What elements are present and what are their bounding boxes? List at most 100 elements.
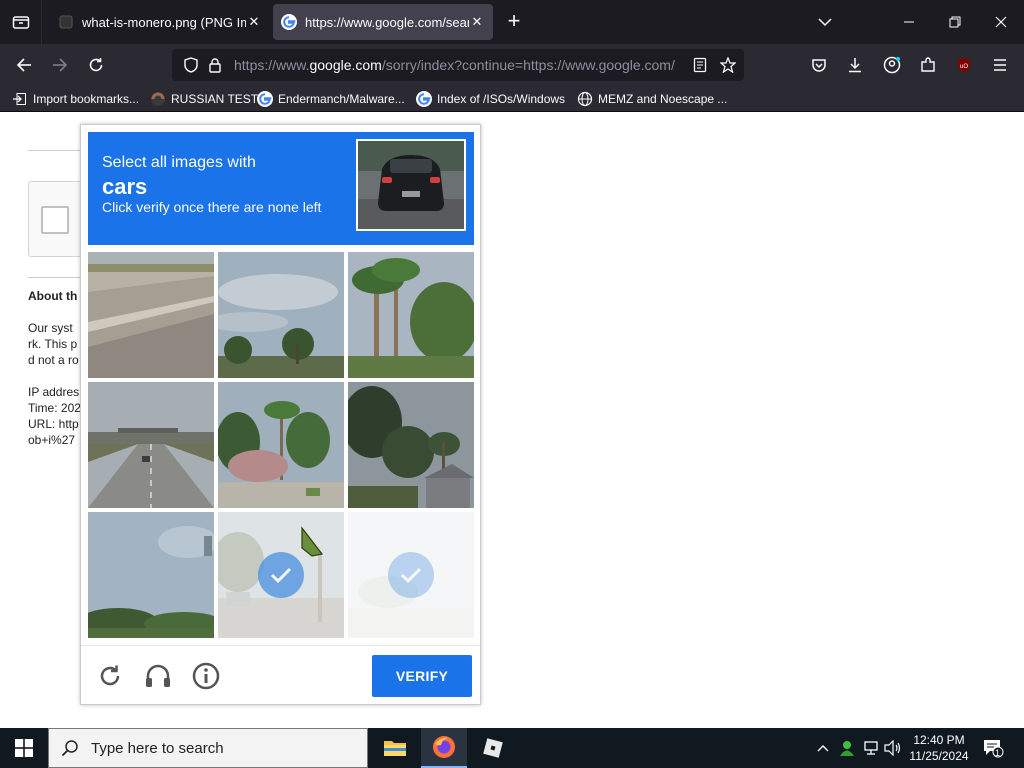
image-tile[interactable]: [348, 382, 474, 508]
tab-overflow-button[interactable]: [802, 0, 848, 44]
url-path: /sorry/index?continue=https://www.google…: [381, 57, 675, 73]
tab-bar: what-is-monero.png (PNG Ima ✕ https://ww…: [0, 0, 1024, 44]
bookmark-endermanch[interactable]: Endermanch/Malware...: [257, 90, 405, 108]
back-button[interactable]: [11, 52, 37, 78]
restore-button[interactable]: [932, 0, 978, 44]
taskbar-search[interactable]: Type here to search: [48, 728, 368, 768]
divider: [28, 277, 88, 278]
star-icon[interactable]: [715, 52, 741, 78]
bookmark-favicon: [150, 91, 166, 107]
tray-overflow-button[interactable]: [814, 728, 832, 768]
tab-list-button[interactable]: [0, 0, 42, 44]
image-tile[interactable]: [218, 252, 344, 378]
ublock-icon: uO: [958, 58, 970, 72]
tab-title: what-is-monero.png (PNG Ima: [82, 14, 246, 30]
roblox-icon: [483, 738, 503, 758]
url-text[interactable]: https://www.google.com/sorry/index?conti…: [234, 57, 684, 73]
bookmark-russian-test[interactable]: RUSSIAN TEST: [150, 90, 258, 108]
notification-count: 1: [995, 748, 1001, 758]
image-tile[interactable]: [88, 512, 214, 638]
bookmark-label: MEMZ and Noescape ...: [598, 92, 728, 106]
account-icon: [883, 56, 901, 74]
instruction-subtext: Click verify once there are none left: [102, 199, 322, 215]
bookmark-label: Endermanch/Malware...: [278, 92, 405, 106]
tab-title: https://www.google.com/searc: [305, 14, 469, 30]
ip-address-line: IP addres: [28, 385, 80, 399]
ublock-button[interactable]: uO: [951, 52, 977, 78]
network-icon: [864, 741, 878, 755]
tab-close-icon[interactable]: ✕: [246, 14, 262, 30]
sample-car-image: [356, 139, 466, 231]
minimize-icon: [904, 21, 914, 23]
pocket-icon: [812, 59, 826, 72]
url-line: URL: http: [28, 417, 79, 431]
extensions-button[interactable]: [915, 52, 941, 78]
info-button[interactable]: [190, 660, 222, 692]
downloads-button[interactable]: [842, 52, 868, 78]
close-icon: [995, 16, 1007, 28]
roblox-button[interactable]: [470, 728, 516, 768]
clock-time: 12:40 PM: [913, 733, 965, 747]
start-button[interactable]: [0, 728, 48, 768]
bookmark-isos[interactable]: Index of /ISOs/Windows: [416, 90, 565, 108]
tray-app-button[interactable]: [836, 728, 858, 768]
challenge-header: Select all images with cars Click verify…: [88, 132, 474, 245]
cursor-icon: [301, 526, 324, 557]
minimize-button[interactable]: [886, 0, 932, 44]
google-icon: [281, 14, 297, 30]
image-tile[interactable]: [88, 382, 214, 508]
chevron-down-icon: [818, 18, 832, 27]
close-window-button[interactable]: [978, 0, 1024, 44]
image-tile[interactable]: [88, 252, 214, 378]
new-tab-button[interactable]: +: [502, 10, 526, 34]
recaptcha-challenge: Select all images with cars Click verify…: [80, 124, 481, 705]
arrow-left-icon: [16, 58, 31, 72]
checkmark-icon: [258, 552, 304, 598]
lock-icon[interactable]: [202, 52, 228, 78]
notifications-button[interactable]: 1: [980, 728, 1006, 768]
tab-google[interactable]: https://www.google.com/searc ✕: [273, 4, 493, 40]
reload-button[interactable]: [83, 52, 109, 78]
file-explorer-button[interactable]: [372, 728, 418, 768]
reader-view-icon[interactable]: [687, 52, 713, 78]
time-line: Time: 202: [28, 401, 81, 415]
folder-icon: [384, 741, 406, 756]
firefox-icon: [433, 736, 455, 758]
clock-date: 11/25/2024: [909, 749, 969, 763]
image-tile-selected[interactable]: [348, 512, 474, 638]
forward-button[interactable]: [47, 52, 73, 78]
url-bar[interactable]: https://www.google.com/sorry/index?conti…: [172, 49, 744, 81]
clock[interactable]: 12:40 PM 11/25/2024: [902, 732, 976, 764]
image-tile-selected[interactable]: [218, 512, 344, 638]
image-tile[interactable]: [218, 382, 344, 508]
instruction-text: Select all images with: [102, 154, 256, 171]
puzzle-icon: [921, 57, 935, 72]
bookmark-memz[interactable]: MEMZ and Noescape ...: [577, 90, 727, 108]
url-prefix: https://www.: [234, 57, 310, 73]
taskbar: Type here to search 12:40 PM 11/25/2024 …: [0, 728, 1024, 768]
challenge-footer: VERIFY: [81, 645, 480, 705]
tab-image[interactable]: what-is-monero.png (PNG Ima ✕: [50, 4, 270, 40]
image-tile[interactable]: [348, 252, 474, 378]
headphones-icon: [146, 664, 170, 687]
volume-icon: [884, 740, 901, 756]
reload-icon: [100, 665, 120, 686]
hamburger-icon: [994, 59, 1006, 71]
tab-close-icon[interactable]: ✕: [469, 14, 485, 30]
account-button[interactable]: [879, 52, 905, 78]
bookmark-import[interactable]: Import bookmarks...: [12, 90, 139, 108]
verify-button[interactable]: VERIFY: [372, 655, 472, 697]
tab-list-icon: [12, 16, 29, 29]
firefox-button[interactable]: [421, 728, 467, 768]
shield-icon[interactable]: [178, 52, 204, 78]
audio-challenge-button[interactable]: [142, 660, 174, 692]
menu-button[interactable]: [987, 52, 1013, 78]
pocket-button[interactable]: [806, 52, 832, 78]
reload-challenge-button[interactable]: [94, 660, 126, 692]
image-icon: [58, 14, 74, 30]
target-keyword: cars: [102, 174, 148, 199]
network-button[interactable]: [860, 728, 882, 768]
divider: [28, 150, 88, 151]
volume-button[interactable]: [882, 728, 904, 768]
recaptcha-checkbox[interactable]: [41, 206, 69, 234]
